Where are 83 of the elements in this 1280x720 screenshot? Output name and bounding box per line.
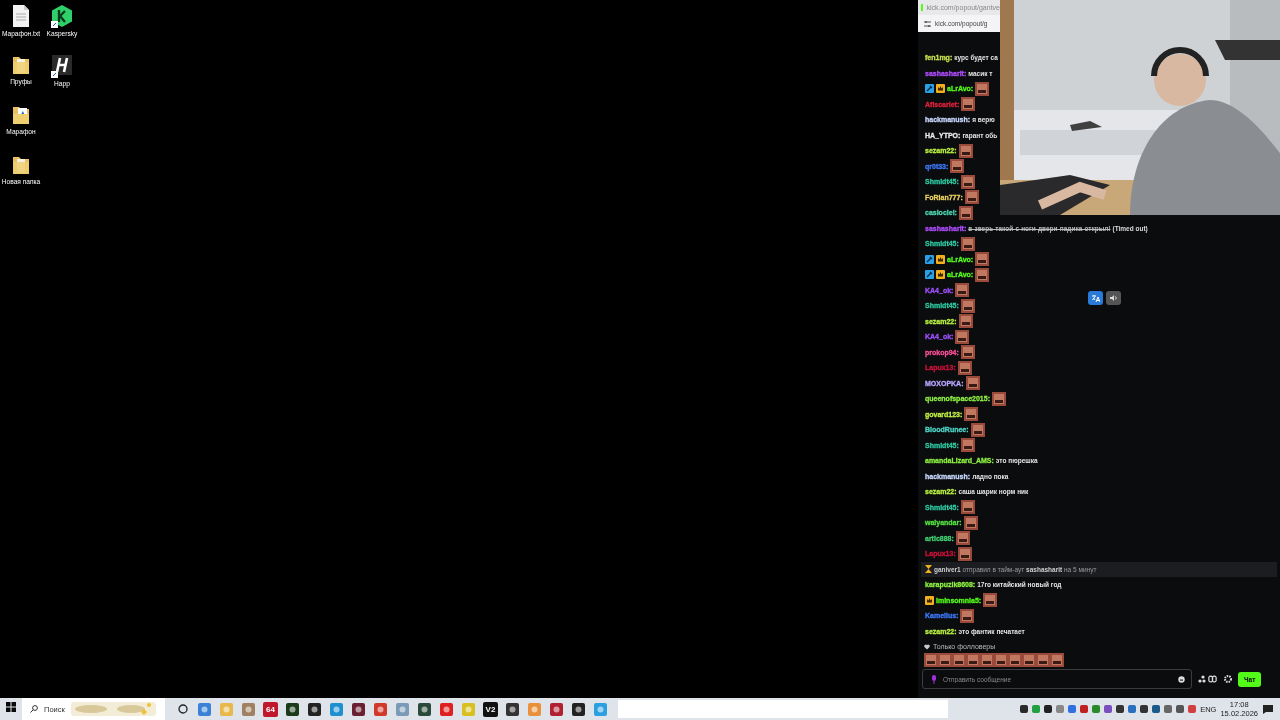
emote-icon <box>966 653 980 667</box>
sword-badge-icon <box>925 84 934 94</box>
emote-icon <box>961 97 976 112</box>
points-icon[interactable] <box>1198 675 1218 683</box>
folder-icon <box>11 154 31 176</box>
microphone-icon[interactable] <box>931 674 937 684</box>
app-icon <box>242 702 255 716</box>
search-icon <box>30 705 38 713</box>
emote-icon <box>960 500 975 515</box>
app-icon <box>506 702 519 716</box>
folder-icon <box>11 104 31 126</box>
app-icon <box>572 702 585 716</box>
app-icon <box>308 702 321 716</box>
sword-badge-icon <box>925 270 934 280</box>
emote-icon <box>955 531 970 546</box>
emote-icon <box>958 143 973 158</box>
emote-icon <box>975 81 990 96</box>
emote-icon <box>964 190 979 205</box>
crown-badge-icon <box>925 595 934 605</box>
taskbar-text-field[interactable] <box>618 700 948 718</box>
translate-button[interactable] <box>1088 291 1103 305</box>
emote-icon <box>960 345 975 360</box>
emote-icon <box>1022 653 1036 667</box>
sword-badge-icon <box>925 254 934 264</box>
emote-icon <box>957 546 972 561</box>
crown-badge-icon <box>936 270 945 280</box>
emote-icon <box>980 653 994 667</box>
hourglass-icon <box>925 565 932 574</box>
circle-icon <box>177 704 188 714</box>
app-icon <box>594 702 607 716</box>
crown-badge-icon <box>936 84 945 94</box>
app-icon <box>418 702 431 716</box>
emote-icon <box>960 174 975 189</box>
emote-icon <box>958 205 973 220</box>
heart-icon <box>924 643 930 650</box>
settings-icon[interactable] <box>1224 675 1232 683</box>
notification-icon[interactable] <box>1262 703 1274 715</box>
text-file-icon <box>11 4 31 28</box>
app-icon <box>286 702 299 716</box>
site-favicon-icon <box>921 4 924 11</box>
emote-icon <box>960 236 975 251</box>
emote-icon <box>963 515 978 530</box>
crown-badge-icon <box>936 254 945 264</box>
emote-icon <box>957 360 972 375</box>
app-icon <box>330 702 343 716</box>
app-icon <box>352 702 365 716</box>
emote-icon <box>952 653 966 667</box>
emote-icon <box>975 252 990 267</box>
app-icon <box>396 702 409 716</box>
emote-icon <box>955 283 970 298</box>
emote-icon <box>994 653 1008 667</box>
speaker-button[interactable] <box>1106 291 1121 305</box>
emote-icon <box>1050 653 1064 667</box>
app-icon <box>198 702 211 716</box>
shortcut-app-icon <box>51 54 73 78</box>
emote-icon <box>1036 653 1050 667</box>
emote-icon <box>965 376 980 391</box>
emote-icon <box>955 329 970 344</box>
emote-icon <box>1008 653 1022 667</box>
emoji-icon[interactable] <box>1178 675 1185 683</box>
emote-icon <box>992 391 1006 406</box>
emote-icon <box>960 438 975 453</box>
translate-icon <box>1091 294 1100 302</box>
shortcut-app-icon <box>51 4 73 28</box>
app-icon <box>440 702 453 716</box>
app-icon <box>462 702 475 716</box>
app-icon <box>374 702 387 716</box>
speaker-icon <box>1109 294 1118 302</box>
emote-icon <box>964 407 979 422</box>
emote-icon <box>950 159 965 174</box>
folder-icon <box>11 54 31 76</box>
emote-icon <box>960 298 975 313</box>
emote-icon <box>960 608 975 623</box>
emote-icon <box>970 422 985 437</box>
app-icon <box>220 702 233 716</box>
site-settings-icon[interactable] <box>924 20 931 27</box>
emote-icon <box>983 593 998 608</box>
emote-icon <box>958 314 973 329</box>
app-icon <box>528 702 541 716</box>
emote-icon <box>938 653 952 667</box>
emote-icon <box>975 267 990 282</box>
app-icon <box>550 702 563 716</box>
emote-icon <box>924 653 938 667</box>
